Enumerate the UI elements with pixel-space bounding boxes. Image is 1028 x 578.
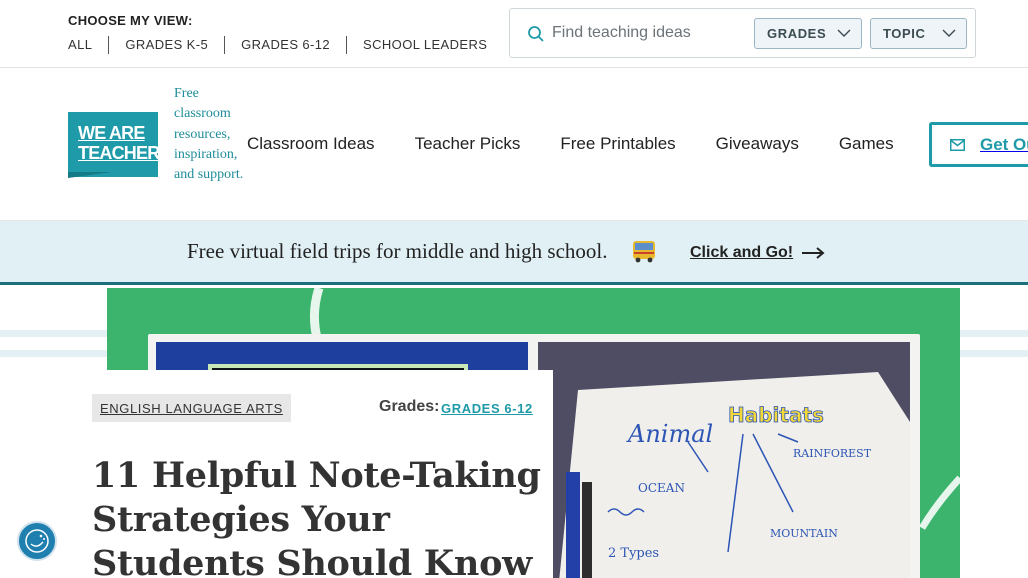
logo-tail (68, 172, 112, 178)
notes-illustration: Animal Habitats RAINFOREST OCEAN MOUNTAI… (559, 372, 910, 578)
svg-text:Habitats: Habitats (728, 403, 824, 427)
nav-teacher-picks[interactable]: Teacher Picks (415, 134, 521, 154)
banner-text: Free virtual field trips for middle and … (187, 239, 608, 263)
view-link-school-leaders[interactable]: SCHOOL LEADERS (346, 36, 503, 54)
mail-icon (950, 138, 965, 151)
svg-text:MOUNTAIN: MOUNTAIN (770, 527, 838, 540)
chevron-down-icon (837, 29, 851, 37)
svg-text:RAINFOREST: RAINFOREST (793, 447, 872, 460)
chat-widget-button[interactable] (17, 521, 57, 561)
logo-line-2: TEACHERS (78, 143, 171, 163)
newsletter-button-label: Get Our (980, 134, 1028, 154)
grades-select-label: GRADES (767, 26, 827, 41)
svg-text:Animal: Animal (626, 420, 713, 448)
grades-link[interactable]: GRADES 6-12 (441, 401, 533, 416)
bus-icon (633, 241, 655, 263)
view-link-grades-6-12[interactable]: GRADES 6-12 (224, 36, 346, 54)
logo-line-1: WE ARE (78, 123, 145, 143)
banner-cta-link[interactable]: Click and Go! (690, 244, 825, 262)
arrow-right-icon (802, 247, 825, 259)
search-input[interactable] (552, 17, 752, 49)
grades-label: Grades: (379, 398, 440, 415)
grades-select[interactable]: GRADES (754, 18, 862, 49)
topic-select[interactable]: TOPIC (870, 18, 967, 49)
nav-classroom-ideas[interactable]: Classroom Ideas (247, 134, 375, 154)
nav-free-printables[interactable]: Free Printables (560, 134, 675, 154)
choose-view-label: CHOOSE MY VIEW: (68, 13, 193, 28)
view-links: ALL GRADES K-5 GRADES 6-12 SCHOOL LEADER… (68, 36, 503, 54)
promo-banner: Free virtual field trips for middle and … (0, 221, 1028, 285)
site-tagline: Free classroom resources, inspiration, a… (174, 86, 244, 183)
nav-giveaways[interactable]: Giveaways (716, 134, 799, 154)
search-icon[interactable] (527, 25, 545, 43)
view-link-all[interactable]: ALL (68, 36, 108, 54)
newsletter-button[interactable]: Get Our (929, 122, 1028, 167)
chat-bubble-icon (25, 529, 49, 553)
nav-games[interactable]: Games (839, 134, 894, 154)
svg-text:2 Types: 2 Types (608, 546, 659, 561)
hero-section: Animal Habitats RAINFOREST OCEAN MOUNTAI… (0, 288, 1028, 578)
article-card: ENGLISH LANGUAGE ARTS Grades: GRADES 6-1… (68, 370, 553, 578)
main-nav: Classroom Ideas Teacher Picks Free Print… (247, 134, 934, 154)
main-header: WE ARE TEACHERS Free classroom resources… (0, 68, 1028, 221)
hero-image-right: Animal Habitats RAINFOREST OCEAN MOUNTAI… (538, 342, 910, 578)
banner-cta-label: Click and Go! (690, 244, 794, 261)
chevron-down-icon (942, 29, 956, 37)
site-logo[interactable]: WE ARE TEACHERS (68, 112, 171, 177)
search-box: GRADES TOPIC (509, 8, 976, 58)
article-title: 11 Helpful Note-Taking Strategies Your S… (92, 455, 541, 578)
top-bar: CHOOSE MY VIEW: ALL GRADES K-5 GRADES 6-… (0, 0, 1028, 68)
topic-select-label: TOPIC (883, 26, 926, 41)
view-link-grades-k5[interactable]: GRADES K-5 (108, 36, 224, 54)
category-tag[interactable]: ENGLISH LANGUAGE ARTS (92, 394, 291, 422)
svg-text:OCEAN: OCEAN (638, 481, 685, 495)
